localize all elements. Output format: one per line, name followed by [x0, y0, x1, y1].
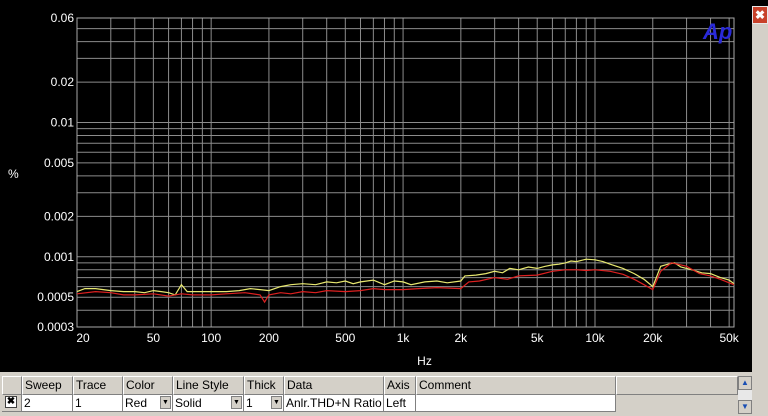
x-tick-label: 10k [585, 331, 605, 345]
header-select [2, 376, 22, 395]
header-trace[interactable]: Trace [73, 376, 123, 395]
row-select-cell[interactable]: ✖ [2, 395, 22, 412]
header-comment[interactable]: Comment [416, 376, 616, 395]
y-tick-label: 0.06 [51, 11, 75, 25]
cell-line-style[interactable]: Solid ▼ [173, 395, 244, 412]
y-tick-label: 0.002 [44, 209, 74, 223]
cell-trace[interactable]: 1 [73, 395, 123, 412]
x-tick-label: 50k [719, 331, 739, 345]
cell-sweep[interactable]: 2 [22, 395, 73, 412]
y-tick-label: 0.01 [51, 115, 75, 129]
x-tick-label: 20k [643, 331, 663, 345]
x-tick-label: 20 [76, 331, 90, 345]
header-axis[interactable]: Axis [384, 376, 416, 395]
cell-color[interactable]: Red ▼ [123, 395, 173, 412]
color-value: Red [125, 396, 148, 410]
thick-dropdown-icon[interactable]: ▼ [271, 396, 282, 409]
x-tick-label: 2k [455, 331, 469, 345]
close-icon[interactable]: ✖ [752, 6, 768, 24]
x-tick-label: 50 [147, 331, 161, 345]
y-tick-label: 0.0005 [37, 290, 74, 304]
scroll-down-icon[interactable]: ▼ [738, 400, 752, 414]
x-axis-label: Hz [417, 354, 432, 368]
legend-scrollbar[interactable]: ▲ ▼ [738, 376, 752, 414]
cell-comment[interactable] [416, 395, 616, 412]
cell-thick[interactable]: 1 ▼ [244, 395, 284, 412]
header-filler [616, 376, 738, 395]
x-tick-label: 200 [259, 331, 279, 345]
scroll-up-icon[interactable]: ▲ [738, 376, 752, 390]
window-edge [752, 24, 768, 372]
ap-logo: Ap [702, 19, 732, 44]
y-tick-label: 0.02 [51, 75, 75, 89]
header-color[interactable]: Color [123, 376, 173, 395]
header-data[interactable]: Data [284, 376, 384, 395]
x-tick-label: 100 [201, 331, 221, 345]
y-tick-label: 0.0003 [37, 320, 74, 334]
y-axis-label: % [8, 167, 19, 181]
thd-chart: 0.0003 0.0005 0.001 0.002 0.005 0.01 0.02 0.06 2… [8, 11, 740, 368]
trace-enabled-checkbox[interactable]: ✖ [5, 396, 17, 408]
x-tick-label: 5k [531, 331, 545, 345]
cell-data[interactable]: Anlr.THD+N Ratio [284, 395, 384, 412]
line-style-value: Solid [175, 396, 202, 410]
x-tick-label: 500 [335, 331, 355, 345]
thick-value: 1 [246, 396, 253, 410]
x-tick-label: 1k [397, 331, 411, 345]
graph-area: 0.0003 0.0005 0.001 0.002 0.005 0.01 0.02 0.06 2… [0, 0, 768, 372]
y-tick-label: 0.005 [44, 156, 74, 170]
legend-panel: Sweep Trace Color Line Style Thick Data … [0, 372, 768, 416]
header-line-style[interactable]: Line Style [173, 376, 244, 395]
header-thick[interactable]: Thick [244, 376, 284, 395]
header-sweep[interactable]: Sweep [22, 376, 73, 395]
line-style-dropdown-icon[interactable]: ▼ [231, 396, 242, 409]
cell-axis[interactable]: Left [384, 395, 416, 412]
y-tick-label: 0.001 [44, 250, 74, 264]
color-dropdown-icon[interactable]: ▼ [160, 396, 171, 409]
